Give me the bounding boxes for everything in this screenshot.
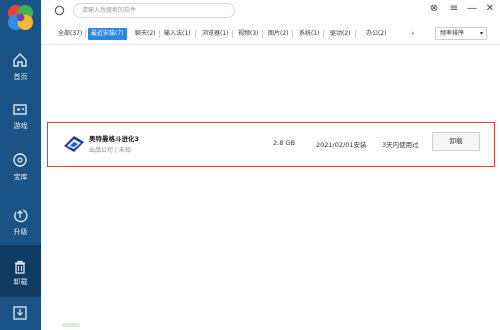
search-input[interactable]: 请输入想搜索的软件 (73, 3, 235, 18)
software-publisher: 出品公司 | 未知 (89, 147, 131, 154)
tab-divider (355, 30, 356, 38)
tab-divider (195, 30, 196, 38)
tab-divider (323, 30, 324, 38)
tab-divider (85, 30, 86, 38)
tab-chat[interactable]: 聊天(2) (135, 28, 156, 40)
install-date: 2021/02/01安装 (316, 141, 367, 149)
home-icon (13, 53, 27, 67)
sort-label: 频率排序 (440, 30, 465, 37)
disc-icon (13, 153, 27, 167)
sidebar-item-treasury[interactable]: 宝库 (0, 148, 41, 196)
sidebar-item-label: 宝库 (13, 173, 28, 181)
download-tray-icon (13, 306, 27, 320)
tab-system[interactable]: 系统(1) (299, 28, 320, 40)
sidebar-item-label: 升级 (13, 228, 28, 236)
tab-browser[interactable]: 浏览器(1) (202, 28, 229, 40)
tab-input-method[interactable]: 输入法(1) (164, 28, 191, 40)
tab-video[interactable]: 视频(3) (238, 28, 259, 40)
sidebar-item-uninstall[interactable]: 卸载 (0, 245, 41, 297)
sidebar-item-label: 卸载 (13, 278, 28, 286)
tab-drivers[interactable]: 驱动(2) (330, 28, 351, 40)
sidebar-item-label: 首页 (13, 73, 28, 81)
chevron-down-icon: ▾ (479, 30, 483, 37)
sidebar-item-home[interactable]: 首页 (0, 48, 41, 96)
tab-divider (292, 30, 293, 38)
close-icon[interactable]: ✕ (483, 2, 497, 16)
menu-icon[interactable]: ≡ (447, 2, 461, 16)
settings-icon[interactable]: ⊗ (427, 2, 441, 16)
tab-divider (262, 30, 263, 38)
sidebar-item-download[interactable] (0, 300, 41, 330)
tab-office[interactable]: 办公(2) (366, 28, 387, 40)
minimize-icon[interactable]: — (465, 2, 479, 16)
scroll-hint (62, 323, 80, 327)
sidebar-item-label: 游戏 (13, 122, 28, 130)
tab-divider (232, 30, 233, 38)
sort-dropdown[interactable]: 频率排序 ▾ (435, 27, 487, 40)
gamepad-icon (13, 104, 27, 115)
tab-divider (159, 30, 160, 38)
refresh-icon[interactable] (53, 4, 66, 17)
tabs-more-arrow-icon[interactable]: › (411, 28, 415, 40)
tab-recent-install[interactable]: 最近安装(7) (88, 28, 127, 40)
pinwheel-logo-icon (7, 4, 34, 31)
software-size: 2.8 GB (273, 139, 295, 147)
upgrade-icon (14, 209, 28, 223)
app-icon (64, 136, 84, 152)
sidebar: 首页 游戏 宝库 升级 卸载 (0, 0, 41, 330)
sidebar-item-games[interactable]: 游戏 (0, 97, 41, 145)
tab-images[interactable]: 图片(2) (268, 28, 289, 40)
tab-all[interactable]: 全部(37) (58, 28, 82, 40)
software-name: 奥特曼格斗进化3 (89, 135, 140, 143)
uninstall-button[interactable]: 卸载 (432, 132, 480, 151)
sidebar-item-upgrade[interactable]: 升级 (0, 203, 41, 251)
last-used: 3天内使用过 (382, 141, 419, 149)
trash-icon (15, 260, 25, 274)
